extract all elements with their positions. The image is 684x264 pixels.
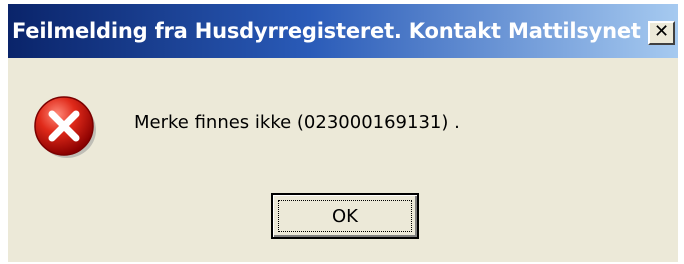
- close-button[interactable]: ✕: [648, 21, 675, 45]
- ok-button-label: OK: [278, 200, 412, 232]
- title-bar[interactable]: Feilmelding fra Husdyrregisteret. Kontak…: [8, 0, 678, 58]
- error-icon: [34, 96, 96, 158]
- ok-button[interactable]: OK: [271, 193, 419, 239]
- close-icon: ✕: [653, 21, 670, 42]
- window-title: Feilmelding fra Husdyrregisteret. Kontak…: [12, 19, 641, 43]
- error-message: Merke finnes ikke (023000169131) .: [134, 112, 460, 133]
- error-dialog: Feilmelding fra Husdyrregisteret. Kontak…: [0, 0, 684, 264]
